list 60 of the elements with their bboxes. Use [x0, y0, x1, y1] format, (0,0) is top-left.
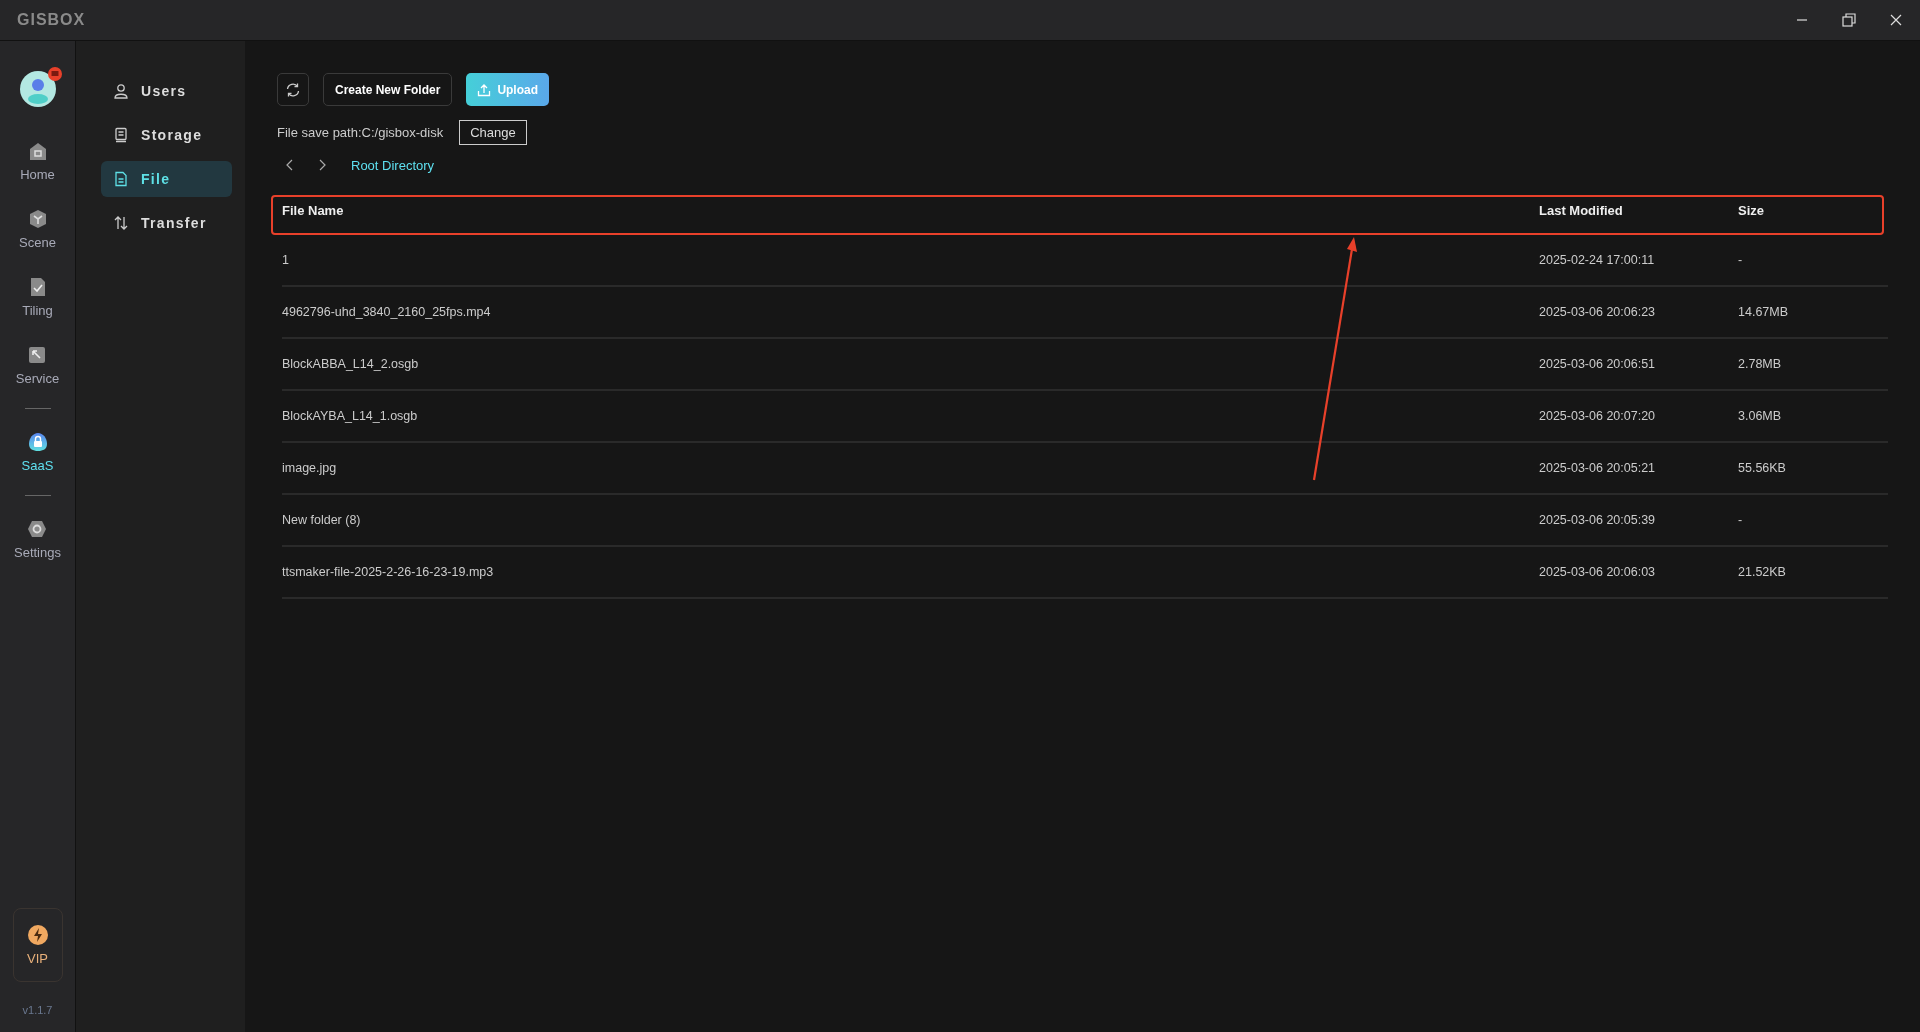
avatar[interactable]: [19, 71, 56, 107]
app-logo: GISBOX: [17, 11, 86, 29]
table-cell-text: 2025-03-06 20:05:21: [1539, 461, 1657, 475]
table-cell-text: 2025-03-06 20:06:03: [1539, 565, 1657, 579]
refresh-icon: [285, 81, 301, 98]
rail-nav-item[interactable]: Tiling: [22, 263, 53, 331]
column-header[interactable]: Last Modified: [1539, 203, 1738, 235]
arrow-box-icon: [27, 344, 48, 365]
chevron-right-icon[interactable]: [317, 159, 327, 171]
upload-icon: [477, 82, 492, 97]
sidebar-item[interactable]: Storage: [101, 117, 232, 153]
version-label: v1.1.7: [22, 1004, 53, 1016]
vip-button[interactable]: VIP: [12, 908, 63, 982]
document-icon: [113, 171, 129, 187]
table-cell-text: 55.56KB: [1738, 461, 1787, 475]
table-cell-text: 2025-03-06 20:05:39: [1539, 513, 1657, 527]
up-down-arrows-icon: [113, 215, 129, 231]
chat-badge-icon: [47, 67, 62, 81]
table-cell-text: 2025-03-06 20:06:51: [1539, 357, 1657, 371]
rail-nav-item[interactable]: Scene: [19, 195, 56, 263]
sidebar-item[interactable]: Users: [101, 73, 232, 109]
lock-cloud-icon: [27, 431, 48, 452]
table-cell-text: -: [1738, 253, 1744, 267]
table-cell-text: image.jpg: [282, 461, 338, 475]
table-cell-text: BlockAYBA_L14_1.osgb: [282, 409, 419, 423]
table-cell-text: 4962796-uhd_3840_2160_25fps.mp4: [282, 305, 492, 319]
create-folder-button[interactable]: Create New Folder: [323, 73, 453, 106]
table-cell-text: ttsmaker-file-2025-2-26-16-23-19.mp3: [282, 565, 495, 579]
rail-nav-item[interactable]: Service: [15, 331, 60, 399]
table-cell-text: 2025-02-24 17:00:11: [1539, 253, 1656, 267]
table-cell-text: 1: [282, 253, 290, 267]
table-cell-text: 21.52KB: [1738, 565, 1787, 579]
cube-icon: [27, 208, 48, 229]
rail-nav-item[interactable]: SaaS: [21, 418, 54, 486]
storage-icon: [113, 127, 129, 143]
change-button[interactable]: Change: [459, 120, 527, 145]
table-cell-text: New folder (8): [282, 513, 362, 527]
column-header[interactable]: File Name: [271, 203, 1539, 235]
refresh-button[interactable]: [277, 73, 309, 106]
lightning-icon: [27, 924, 48, 945]
sidebar-item[interactable]: Transfer: [101, 205, 232, 241]
table-cell-text: -: [1738, 513, 1744, 527]
close-icon[interactable]: [1890, 14, 1902, 26]
table-cell-text: 2025-03-06 20:07:20: [1539, 409, 1657, 423]
rail-nav-item[interactable]: Home: [20, 127, 55, 195]
save-path-text: File save path:C:/gisbox-disk: [277, 125, 444, 140]
restore-icon[interactable]: [1842, 13, 1856, 27]
table-cell-text: 2.78MB: [1738, 357, 1783, 371]
breadcrumb-link[interactable]: Root Directory: [351, 157, 435, 173]
person-icon: [113, 83, 129, 99]
house-icon: [27, 140, 48, 161]
table-cell-text: 14.67MB: [1738, 305, 1790, 319]
hexagon-gear-icon: [27, 518, 48, 539]
sidebar-item[interactable]: File: [101, 161, 232, 197]
table-cell-text: BlockABBA_L14_2.osgb: [282, 357, 420, 371]
column-header[interactable]: Size: [1738, 203, 1888, 235]
table-cell-text: 3.06MB: [1738, 409, 1783, 423]
table-cell-text: 2025-03-06 20:06:23: [1539, 305, 1657, 319]
chevron-left-icon[interactable]: [285, 159, 295, 171]
rail-nav-item[interactable]: Settings: [14, 505, 61, 573]
